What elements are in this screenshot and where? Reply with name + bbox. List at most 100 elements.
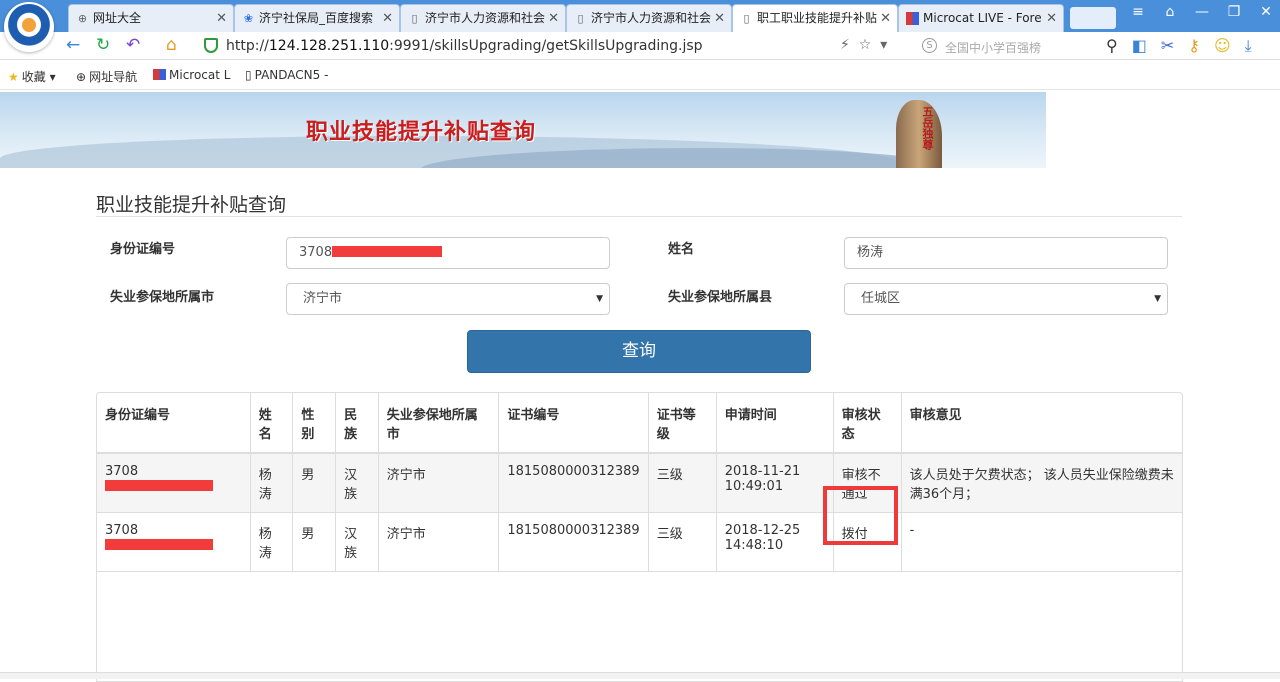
page-icon: ▯: [743, 12, 750, 25]
col-header-ethnicity: 民族: [335, 393, 379, 454]
url-host: 124.128.251.110: [268, 38, 390, 54]
tab-url-directory[interactable]: ⊕ 网址大全 ✕: [68, 4, 234, 32]
tab-close-icon[interactable]: ✕: [880, 5, 891, 32]
baidu-paw-icon: ❀: [243, 12, 254, 25]
query-button[interactable]: 查询: [467, 330, 811, 373]
browser-status-bar: [0, 672, 1280, 679]
bookmark-favorites[interactable]: ★ 收藏 ▾: [8, 68, 56, 85]
scissors-icon[interactable]: ✂: [1161, 36, 1174, 56]
id-number-input[interactable]: 3708: [286, 237, 610, 269]
tab-close-icon[interactable]: ✕: [714, 5, 725, 32]
col-header-city: 失业参保地所属市: [378, 393, 500, 454]
cell-city: 济宁市: [378, 512, 500, 572]
globe-icon: ⊕: [77, 12, 88, 25]
back-icon[interactable]: ←: [66, 35, 80, 55]
page-title: 职业技能提升补贴查询: [96, 194, 287, 216]
cell-apply-time: 2018-11-21 10:49:01: [716, 453, 834, 513]
lightning-icon[interactable]: ⚡: [840, 37, 850, 53]
toolbar-icons: ⚲ ◧ ✂ ⚷ ☺ ⤓: [1106, 36, 1252, 56]
key-icon[interactable]: ⚷: [1188, 36, 1200, 56]
menu-icon[interactable]: ≡: [1128, 4, 1148, 20]
dropdown-icon[interactable]: ▾: [880, 37, 887, 53]
home-icon[interactable]: ⌂: [166, 35, 177, 55]
insured-city-select[interactable]: 济宁市 ▼: [286, 283, 610, 315]
tab-baidu-search[interactable]: ❀ 济宁社保局_百度搜索 ✕: [234, 4, 400, 32]
browser-logo-icon[interactable]: [4, 2, 54, 52]
tab-hr-bureau-1[interactable]: ▯ 济宁市人力资源和社会 ✕: [400, 4, 566, 32]
star-icon: ★: [8, 70, 19, 84]
url-field[interactable]: http://124.128.251.110:9991/skillsUpgrad…: [226, 38, 703, 54]
tab-close-icon[interactable]: ✕: [548, 5, 559, 32]
skin-icon[interactable]: ⌂: [1160, 4, 1180, 20]
tab-hr-bureau-2[interactable]: ▯ 济宁市人力资源和社会 ✕: [566, 4, 732, 32]
tab-label: 网址大全: [93, 11, 142, 25]
bookmark-url-nav[interactable]: ⊕ 网址导航: [76, 68, 137, 85]
security-shield-icon[interactable]: [204, 38, 218, 53]
refresh-icon[interactable]: ↻: [96, 35, 110, 55]
tab-close-icon[interactable]: ✕: [382, 5, 393, 32]
page-icon: ▯: [411, 12, 418, 25]
col-header-opinion: 审核意见: [901, 393, 1182, 454]
cell-cert-level: 三级: [648, 512, 717, 572]
bookmark-microcat[interactable]: Microcat L: [153, 68, 230, 82]
bookmark-label: PANDACN5 -: [254, 68, 329, 82]
cell-id: 3708: [97, 453, 251, 513]
bookmark-pandacn5[interactable]: ▯ PANDACN5 -: [245, 68, 328, 82]
undo-icon[interactable]: ↶: [126, 35, 140, 55]
cell-name: 杨涛: [250, 512, 294, 572]
cell-ethnicity: 汉族: [335, 512, 379, 572]
id-number-label: 身份证编号: [110, 242, 176, 257]
smiley-icon[interactable]: ☺: [1214, 36, 1231, 56]
id-number-value: 3708: [299, 245, 333, 260]
cell-gender: 男: [292, 453, 337, 513]
results-table-container: 身份证编号 姓名 性别 民族 失业参保地所属市 证书编号 证书等级 申请时间 审…: [96, 392, 1183, 682]
address-bar: ← ↻ ↶ ⌂ http://124.128.251.110:9991/skil…: [0, 32, 1280, 60]
minimize-icon[interactable]: —: [1192, 4, 1212, 20]
apply-date: 2018-11-21: [724, 464, 801, 479]
insured-city-value: 济宁市: [303, 291, 343, 306]
search-icon[interactable]: ⚲: [1106, 36, 1118, 56]
tab-strip: ⊕ 网址大全 ✕ ❀ 济宁社保局_百度搜索 ✕ ▯ 济宁市人力资源和社会 ✕ ▯…: [68, 4, 1116, 32]
redaction-bar: [105, 539, 213, 550]
cell-name: 杨涛: [250, 453, 294, 513]
table-header-row: 身份证编号 姓名 性别 民族 失业参保地所属市 证书编号 证书等级 申请时间 审…: [97, 393, 1182, 454]
cell-status: 审核不通过: [833, 453, 902, 513]
restore-icon[interactable]: ❐: [1224, 4, 1244, 20]
cell-status: 拨付: [833, 512, 902, 572]
insured-county-select[interactable]: 任城区 ▼: [844, 283, 1168, 315]
download-icon[interactable]: ⤓: [1245, 36, 1252, 56]
name-label: 姓名: [668, 242, 695, 257]
favorite-star-icon[interactable]: ☆: [859, 37, 872, 53]
tab-microcat-live[interactable]: Microcat LIVE - Fore ✕: [898, 4, 1064, 32]
cell-ethnicity: 汉族: [335, 453, 379, 513]
redaction-bar: [105, 480, 213, 491]
search-input[interactable]: 全国中小学百强榜: [945, 39, 1041, 56]
tab-label: Microcat LIVE - Fore: [923, 11, 1042, 25]
tab-close-icon[interactable]: ✕: [216, 5, 227, 32]
extension-icon[interactable]: ◧: [1132, 36, 1147, 56]
microcat-icon: [153, 69, 166, 80]
bookmark-label: 网址导航: [89, 70, 138, 84]
insured-county-label: 失业参保地所属县: [668, 290, 773, 305]
search-engine-icon[interactable]: S: [922, 38, 937, 53]
col-header-apply-time: 申请时间: [716, 393, 834, 454]
cell-city: 济宁市: [378, 453, 500, 513]
chevron-down-icon: ▼: [596, 294, 603, 304]
tab-label: 职工职业技能提升补贴: [757, 11, 878, 25]
url-scheme: http://: [226, 38, 269, 54]
col-header-cert-no: 证书编号: [498, 393, 649, 454]
new-tab-button[interactable]: [1070, 7, 1116, 29]
apply-time: 14:48:10: [724, 538, 784, 553]
name-input[interactable]: 杨涛: [844, 237, 1168, 269]
title-divider: [96, 216, 1182, 217]
tab-close-icon[interactable]: ✕: [1046, 5, 1057, 32]
tab-skills-subsidy[interactable]: ▯ 职工职业技能提升补贴 ✕: [732, 4, 898, 32]
close-icon[interactable]: ✕: [1256, 4, 1276, 20]
cell-cert-no: 1815080000312389: [498, 453, 649, 513]
table-row: 3708 杨涛 男 汉族 济宁市 1815080000312389 三级 201…: [97, 512, 1182, 572]
cell-id: 3708: [97, 512, 251, 572]
browser-tab-bar: ⊕ 网址大全 ✕ ❀ 济宁社保局_百度搜索 ✕ ▯ 济宁市人力资源和社会 ✕ ▯…: [0, 0, 1280, 52]
bookmark-label: 收藏: [21, 70, 46, 84]
cell-cert-level: 三级: [648, 453, 717, 513]
microcat-icon: [906, 12, 919, 25]
